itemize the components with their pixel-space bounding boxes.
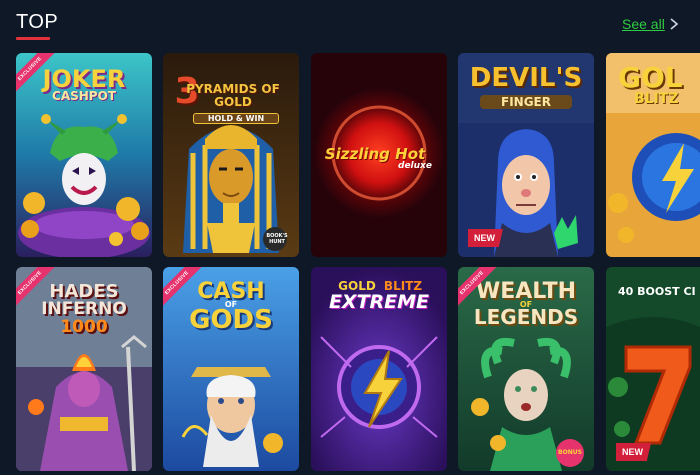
game-subtitle: CASHPOT	[52, 89, 116, 103]
provider-logo: BOOK'S HUNT	[266, 233, 288, 245]
game-title: DEVIL'S	[469, 63, 583, 93]
game-tile-sizzling-hot-deluxe[interactable]: Sizzling Hot deluxe	[311, 53, 447, 257]
new-badge: NEW	[468, 229, 503, 247]
game-tile-wealth-of-legends[interactable]: WEALTH OF LEGENDS BONUS EXCLUSIVE	[458, 267, 594, 471]
game-subtitle: deluxe	[398, 161, 432, 171]
game-subtitle: LEGENDS	[473, 305, 579, 329]
game-subtitle: EXTREME	[328, 291, 430, 313]
game-number: 1000	[60, 317, 108, 337]
game-subtitle: INFERNO	[41, 299, 127, 319]
game-tile-pyramids-of-gold[interactable]: 3 PYRAMIDS OF GOLD HOLD & WIN BOOK'S HUN…	[163, 53, 299, 257]
game-subtitle: PYRAMIDS OF GOLD	[186, 82, 280, 109]
game-tile-hades-inferno-1000[interactable]: HADES INFERNO 1000 EXCLUSIVE	[16, 267, 152, 471]
game-tag: HOLD & WIN	[193, 113, 279, 124]
game-subtitle: GODS	[189, 305, 273, 335]
game-tile-gold-blitz-extreme[interactable]: GOLD BLITZ EXTREME	[311, 267, 447, 471]
game-grid: JOKER CASHPOT EXCLUSIVE 3 PYRAMIDS OF GO…	[0, 0, 700, 475]
game-tile-joker-cashpot[interactable]: JOKER CASHPOT EXCLUSIVE	[16, 53, 152, 257]
game-title: 40 BOOST CI	[618, 285, 696, 298]
game-tile-gold-blitz[interactable]: GOL BLITZ	[606, 53, 700, 257]
new-badge: NEW	[616, 443, 651, 461]
game-tile-devils-finger[interactable]: DEVIL'S FINGER NEW	[458, 53, 594, 257]
game-title: GOL	[618, 61, 683, 94]
game-tile-40-boost[interactable]: 40 BOOST CI NEW	[606, 267, 700, 471]
game-subtitle: FINGER	[480, 95, 572, 109]
game-tile-cash-of-gods[interactable]: CASH OF GODS EXCLUSIVE	[163, 267, 299, 471]
game-subtitle: BLITZ	[634, 91, 679, 107]
bonus-badge: BONUS	[558, 449, 582, 456]
